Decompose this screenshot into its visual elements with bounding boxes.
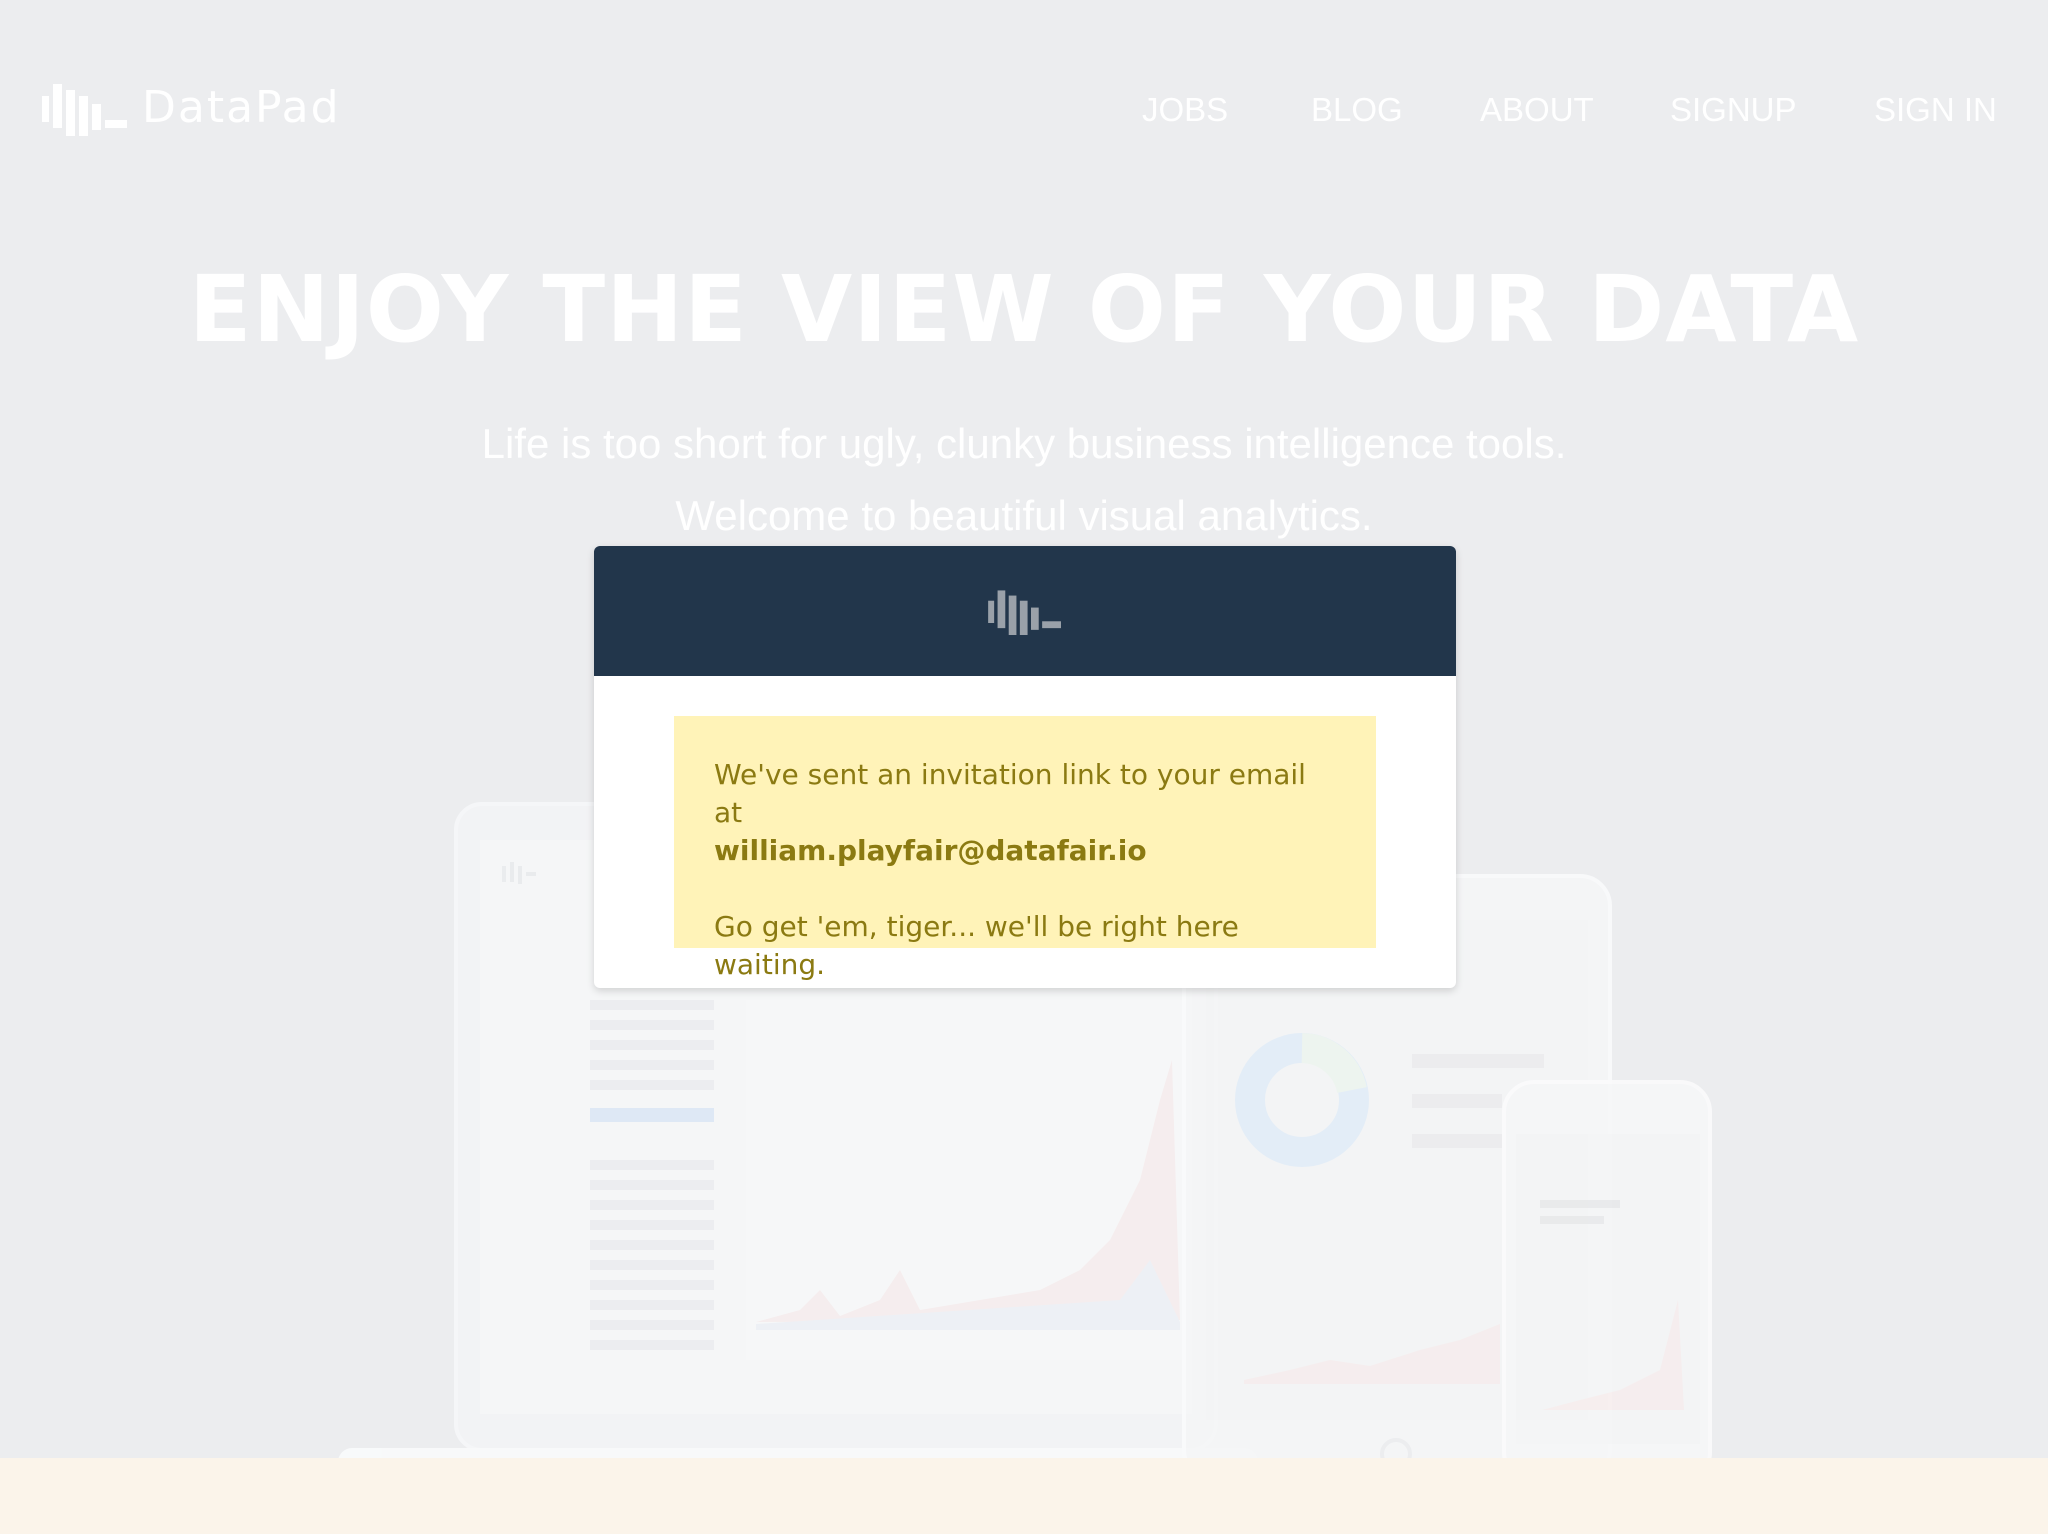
nav-signup[interactable]: SIGNUP: [1670, 88, 1797, 132]
modal-body: We've sent an invitation link to your em…: [594, 676, 1456, 988]
alert-email: william.playfair@datafair.io: [714, 834, 1147, 867]
datapad-bars-icon: [988, 590, 1061, 635]
datapad-bars-icon: [42, 84, 127, 136]
brand-name: DataPad: [142, 82, 341, 133]
alert-message: We've sent an invitation link to your em…: [714, 758, 1306, 829]
hero-subtitle-line1: Life is too short for ugly, clunky busin…: [481, 420, 1567, 467]
nav-blog[interactable]: BLOG: [1311, 88, 1403, 132]
invitation-alert: We've sent an invitation link to your em…: [674, 716, 1376, 981]
phone-mockup: [1502, 1080, 1712, 1484]
alert-waiting-message: Go get 'em, tiger... we'll be right here…: [714, 910, 1239, 981]
nav-jobs[interactable]: JOBS: [1142, 88, 1228, 132]
bottom-band: [0, 1458, 2048, 1534]
hero-subtitle-line2: Welcome to beautiful visual analytics.: [675, 492, 1373, 539]
modal-header: [594, 546, 1456, 676]
brand-logo[interactable]: DataPad: [40, 80, 341, 136]
nav-about[interactable]: ABOUT: [1480, 88, 1594, 132]
nav-sign-in[interactable]: SIGN IN: [1874, 88, 1997, 132]
page: DataPad JOBS BLOG ABOUT SIGNUP SIGN IN E…: [0, 0, 2048, 1534]
invitation-sent-modal: We've sent an invitation link to your em…: [594, 546, 1456, 988]
hero-title: ENJOY THE VIEW OF YOUR DATA: [188, 256, 1860, 363]
